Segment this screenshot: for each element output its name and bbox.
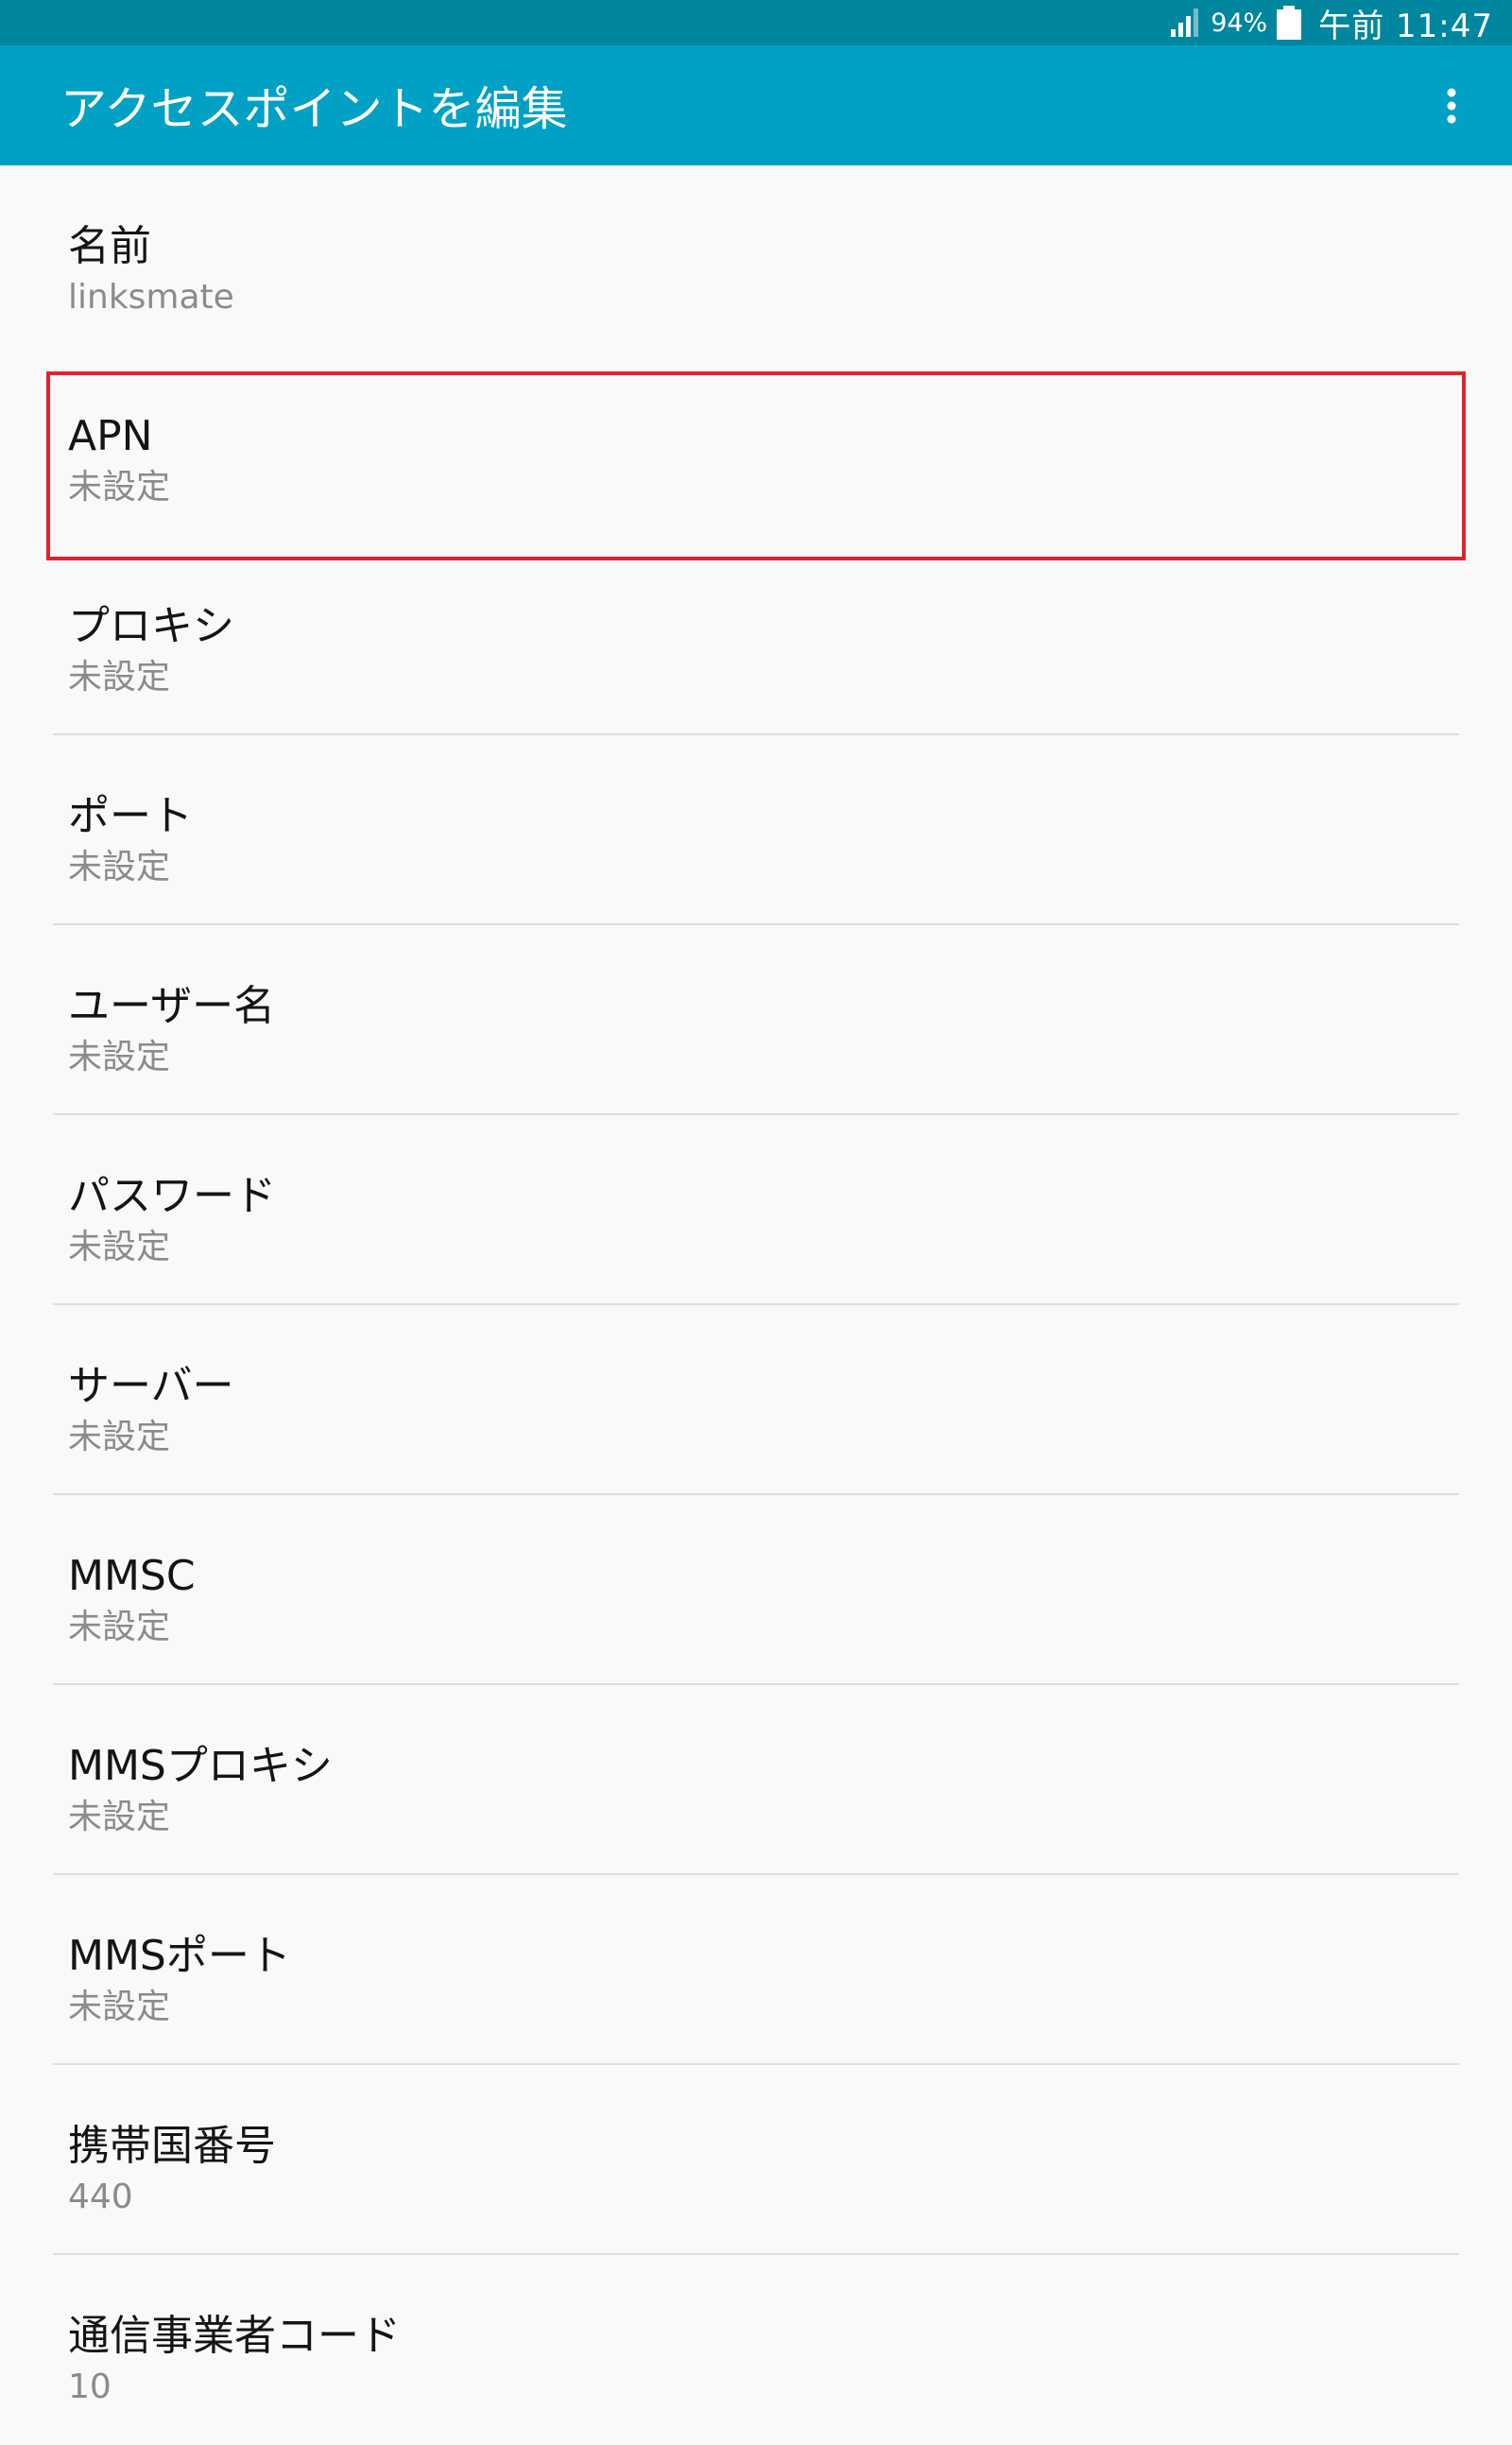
setting-item-password[interactable]: パスワード 未設定 [0, 1115, 1512, 1305]
setting-label: パスワード [68, 1172, 276, 1220]
setting-value: 10 [68, 2368, 112, 2406]
setting-value: 未設定 [68, 1038, 171, 1076]
setting-item-mmsc[interactable]: MMSC 未設定 [0, 1495, 1512, 1685]
setting-value: 440 [68, 2178, 133, 2216]
setting-label: 名前 [68, 222, 151, 270]
settings-list: 名前 linksmate APN 未設定 プロキシ 未設定 ポート 未設定 ユー… [0, 165, 1512, 2445]
setting-label: ユーザー名 [68, 982, 276, 1030]
battery-icon [1275, 5, 1303, 41]
page-title: アクセスポイントを編集 [60, 82, 568, 136]
setting-label: プロキシ [68, 602, 234, 650]
more-vert-icon[interactable] [1429, 83, 1474, 129]
setting-value: 未設定 [68, 1228, 171, 1266]
setting-label: APN [68, 412, 153, 460]
status-bar: 94% 午前 11:47 [0, 0, 1512, 45]
setting-value: linksmate [68, 278, 234, 317]
setting-value: 未設定 [68, 1608, 171, 1646]
setting-item-mms-proxy[interactable]: MMSプロキシ 未設定 [0, 1685, 1512, 1875]
app-bar: アクセスポイントを編集 [0, 45, 1512, 165]
setting-item-apn[interactable]: APN 未設定 [0, 355, 1512, 545]
setting-item-username[interactable]: ユーザー名 未設定 [0, 925, 1512, 1115]
setting-value: 未設定 [68, 468, 171, 507]
setting-value: 未設定 [68, 848, 171, 887]
setting-label: MMSC [68, 1552, 196, 1600]
setting-item-proxy[interactable]: プロキシ 未設定 [0, 545, 1512, 735]
setting-value: 未設定 [68, 1798, 171, 1836]
setting-value: 未設定 [68, 658, 171, 697]
setting-value: 未設定 [68, 1988, 171, 2026]
setting-item-name[interactable]: 名前 linksmate [0, 165, 1512, 355]
setting-label: 通信事業者コード [68, 2312, 401, 2360]
setting-value: 未設定 [68, 1418, 171, 1456]
battery-percent: 94% [1211, 8, 1268, 38]
setting-item-port[interactable]: ポート 未設定 [0, 735, 1512, 925]
setting-item-server[interactable]: サーバー 未設定 [0, 1305, 1512, 1495]
setting-item-mcc[interactable]: 携帯国番号 440 [0, 2065, 1512, 2255]
signal-icon [1169, 7, 1201, 39]
setting-label: 携帯国番号 [68, 2122, 276, 2170]
setting-item-mnc[interactable]: 通信事業者コード 10 [0, 2255, 1512, 2445]
setting-label: ポート [68, 792, 193, 840]
setting-label: サーバー [68, 1362, 234, 1410]
setting-label: MMSポート [68, 1932, 291, 1980]
setting-item-mms-port[interactable]: MMSポート 未設定 [0, 1875, 1512, 2065]
clock: 午前 11:47 [1318, 7, 1493, 45]
setting-label: MMSプロキシ [68, 1742, 333, 1790]
